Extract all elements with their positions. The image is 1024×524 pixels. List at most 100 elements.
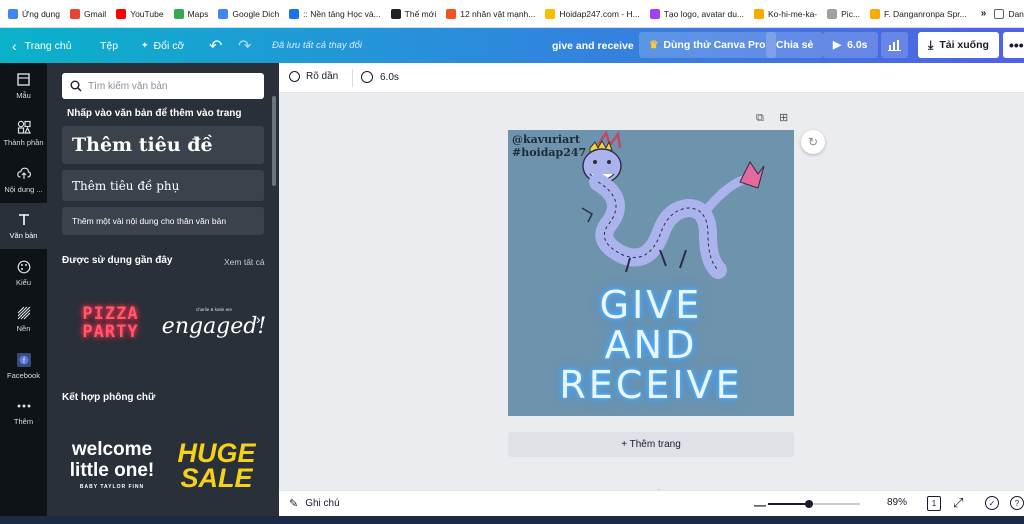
bookmark-label: Ứng dụng — [22, 8, 60, 19]
zoom-slider-fill — [768, 503, 810, 505]
hashtag-glyph: # — [512, 146, 522, 159]
zoom-slider-thumb[interactable] — [805, 500, 814, 508]
bookmark-item[interactable]: :: Nền tảng Học và... — [289, 8, 381, 19]
design-headline[interactable]: GIVE AND RECEIVE — [508, 285, 794, 405]
bookmark-list: Ứng dụng Gmail YouTube Maps Google Dich:: Nề… — [8, 8, 977, 19]
bookmark-item[interactable]: YouTube — [116, 8, 164, 19]
bookmark-item[interactable]: Google Dich — [218, 8, 279, 19]
bookmark-label: Tạo logo, avatar du... — [663, 8, 745, 19]
reading-list-label: Danh sách đọc — [1008, 8, 1024, 19]
help-icon[interactable]: ? — [1010, 496, 1024, 510]
home-label: Trang chủ — [24, 39, 72, 52]
panel-scrollbar[interactable] — [272, 96, 276, 186]
redo-button[interactable]: ↷ — [238, 28, 251, 63]
try-pro-button[interactable]: ♛ Dùng thử Canva Pro — [639, 32, 776, 58]
bookmarks-more-button[interactable]: » — [981, 8, 987, 19]
file-label: Tệp — [100, 39, 119, 52]
bookmark-favicon-icon — [289, 8, 300, 19]
share-button[interactable]: Chia sẻ — [766, 32, 824, 58]
bookmark-label: YouTube — [130, 8, 164, 19]
add-page-button[interactable]: + Thêm trang — [508, 432, 794, 457]
zoom-out-icon[interactable]: — — [754, 498, 766, 512]
add-subheading-button[interactable]: Thêm tiêu đề phụ — [62, 170, 264, 201]
bookmark-favicon-icon — [649, 8, 660, 19]
design-page[interactable]: @kavuriart # hoidap247 GIVE AND RECEIVE — [508, 130, 794, 416]
rail-item[interactable]: Kiểu — [0, 250, 47, 296]
timing-button[interactable]: 6.0s — [361, 71, 399, 83]
rotate-icon[interactable]: ↻ — [801, 130, 825, 154]
page-count-button[interactable]: 1 — [927, 496, 941, 511]
download-label: Tải xuống — [939, 39, 989, 51]
zoom-level[interactable]: 89% — [887, 497, 907, 508]
bookmark-item[interactable]: Maps — [173, 8, 208, 19]
combo-welcome-little-one[interactable]: welcome little one! BABY TAYLOR FINN — [62, 418, 162, 513]
more-options-button[interactable]: ••• — [1003, 32, 1024, 58]
fullscreen-icon[interactable]: ⤢ — [953, 495, 963, 511]
text-panel: Nhấp vào văn bản để thêm vào trang Thêm … — [47, 63, 279, 516]
check-icon[interactable]: ✓ — [985, 496, 999, 510]
animate-label: Rõ dần — [306, 71, 339, 82]
rail-item[interactable]: Thành phần — [0, 110, 47, 156]
search-icon — [70, 80, 82, 92]
context-toolbar: Rõ dần 6.0s — [279, 63, 1024, 93]
font-combos-title: Kết hợp phông chữ — [62, 392, 156, 403]
bookmark-item[interactable]: Pic... — [827, 8, 861, 19]
add-body-text-label: Thêm một vài nội dung cho thân văn bản — [72, 216, 227, 226]
add-page-icon[interactable]: ⊞ — [779, 111, 788, 124]
recent-item-engaged[interactable]: charlie & katie are engaged! — [162, 278, 266, 368]
download-button[interactable]: ⤓ Tải xuống — [918, 32, 999, 58]
undo-icon: ↶ — [209, 37, 223, 55]
bookmark-item[interactable]: Hoidap247.com - H... — [545, 8, 640, 19]
bookmark-item[interactable]: Gmail — [69, 8, 106, 19]
bookmark-item[interactable]: Ứng dụng — [8, 8, 60, 19]
share-label: Chia sẻ — [776, 39, 814, 51]
add-heading-label: Thêm tiêu đề — [72, 134, 213, 156]
file-menu-button[interactable]: Tệp — [100, 28, 118, 63]
bookmark-favicon-icon — [446, 8, 457, 19]
add-heading-button[interactable]: Thêm tiêu đề — [62, 126, 264, 164]
bookmark-label: Pic... — [841, 8, 861, 19]
text-search-input[interactable] — [88, 80, 258, 92]
bookmark-item[interactable]: Tạo logo, avatar du... — [649, 8, 745, 19]
bookmark-item[interactable]: 12 nhân vật mạnh... — [446, 8, 536, 19]
bookmark-label: 12 nhân vật mạnh... — [460, 8, 536, 19]
play-icon: ▶ — [833, 39, 842, 51]
rail-item[interactable]: Thêm — [0, 389, 47, 435]
carousel-next-icon[interactable]: › — [256, 311, 261, 327]
animate-button[interactable]: Rõ dần — [289, 71, 338, 82]
zoom-slider[interactable] — [768, 500, 860, 508]
undo-button[interactable]: ↶ — [209, 28, 222, 63]
home-button[interactable]: ‹ Trang chủ — [12, 28, 72, 63]
duplicate-page-icon[interactable]: ⧉ — [756, 112, 764, 125]
recent-item-pizza-party[interactable]: PIZZA PARTY — [62, 278, 159, 368]
resize-button[interactable]: ✦ Đổi cỡ — [141, 28, 184, 63]
text-search[interactable] — [62, 73, 264, 99]
resize-label: Đổi cỡ — [153, 39, 185, 52]
rail-item[interactable]: Mẫu — [0, 63, 47, 109]
rail-item-label: Facebook — [7, 370, 40, 380]
save-status-text: Đã lưu tất cả thay đổi — [272, 40, 362, 51]
play-button[interactable]: ▶ 6.0s — [823, 32, 878, 58]
rail-item[interactable]: f Facebook — [0, 343, 47, 389]
welcome-line: welcome — [71, 438, 153, 460]
design-title-text: give and receive — [552, 39, 634, 52]
rail-item[interactable]: Văn bản — [0, 203, 47, 249]
bookmark-item[interactable]: F. Danganronpa Spr... — [870, 8, 967, 19]
bookmark-item[interactable]: Ko-hi-me-ka- — [754, 8, 817, 19]
design-title[interactable]: give and receive — [552, 28, 634, 63]
facebook-icon: f — [16, 352, 31, 367]
rail-item[interactable]: Nội dung ... — [0, 157, 47, 203]
insights-button[interactable] — [881, 32, 908, 58]
bookmark-item[interactable]: Thế mới — [390, 8, 436, 19]
see-all-link[interactable]: Xem tất cả — [224, 257, 265, 267]
combo-huge-sale[interactable]: HUGE SALE — [169, 418, 264, 513]
reading-list-button[interactable]: Danh sách đọc — [994, 8, 1024, 19]
side-navigation: Mẫu Thành phần Nội dung ... Văn bản Kiểu Nền f… — [0, 63, 47, 516]
timing-label: 6.0s — [380, 71, 399, 83]
redo-icon: ↷ — [238, 37, 252, 55]
party-line: PARTY — [82, 322, 139, 342]
rail-item[interactable]: Nền — [0, 296, 47, 342]
notes-button[interactable]: ✎ Ghi chú — [289, 497, 340, 510]
styles-icon — [17, 260, 31, 274]
add-body-text-button[interactable]: Thêm một vài nội dung cho thân văn bản — [62, 207, 264, 235]
